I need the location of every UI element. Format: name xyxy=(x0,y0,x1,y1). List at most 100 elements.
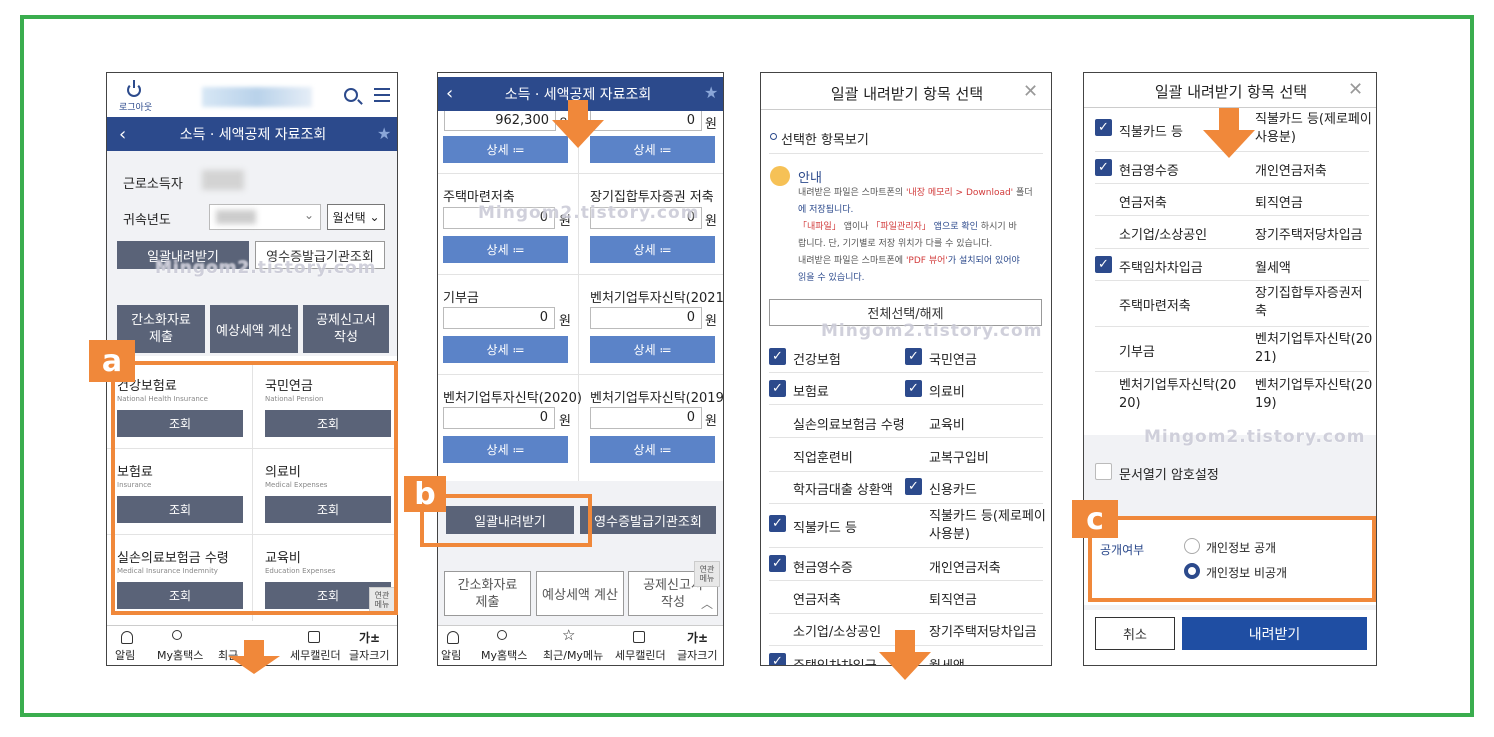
notice-line-5: 내려받은 파일은 스마트폰에 'PDF 뷰어'가 설치되어 있어야 xyxy=(798,253,1048,270)
item-small-business[interactable]: 소기업/소상공인 xyxy=(1119,224,1207,243)
back-chevron-icon[interactable]: ‹ xyxy=(446,83,453,104)
menu-icon[interactable] xyxy=(374,88,390,102)
estimated-tax-button[interactable]: 예상세액 계산 xyxy=(210,305,298,353)
annotation-tag-a: a xyxy=(89,340,135,382)
nav-my-hometax[interactable]: My홈택스 xyxy=(157,647,203,663)
item-student-loan[interactable]: 학자금대출 상환액 xyxy=(793,479,893,498)
chevron-down-icon: ⌄ xyxy=(304,208,315,222)
item-small-business[interactable]: 소기업/소상공인 xyxy=(793,621,881,640)
amount-field[interactable]: 0 xyxy=(590,307,702,329)
notice-line-1: 내려받은 파일은 스마트폰의 '내장 메모리 > Download' 폴더 xyxy=(798,185,1048,202)
nav-tax-calendar[interactable]: 세무캘린더 xyxy=(290,647,341,663)
amount-field[interactable]: 0 xyxy=(590,407,702,429)
nav-recent-my-menu[interactable]: 최근/My메뉴 xyxy=(543,647,603,663)
item-venture-2021[interactable]: 벤처기업투자신탁(20 21) xyxy=(1255,331,1372,367)
nav-font-size[interactable]: 글자크기 xyxy=(677,647,717,663)
checkbox-checked[interactable]: ✓ xyxy=(1095,119,1112,136)
bell-icon[interactable] xyxy=(121,631,133,644)
calendar-icon[interactable] xyxy=(633,631,645,643)
item-pension-savings[interactable]: 연금저축 xyxy=(1119,192,1167,211)
nav-my-hometax[interactable]: My홈택스 xyxy=(481,647,527,663)
notice-text-blue: 앱으로 확인 xyxy=(930,222,978,232)
detail-button[interactable]: 상세 ≔ xyxy=(590,336,715,363)
detail-button[interactable]: 상세 ≔ xyxy=(443,436,568,463)
nav-alerts[interactable]: 알림 xyxy=(115,647,135,663)
star-icon[interactable]: ★ xyxy=(704,83,718,102)
item-indemnity[interactable]: 실손의료보험금 수령 xyxy=(793,414,905,433)
checkbox-checked[interactable]: ✓ xyxy=(905,380,922,397)
receipt-issuer-button[interactable]: 영수증발급기관조회 xyxy=(580,506,716,534)
font-size-icon[interactable]: 가± xyxy=(687,629,708,646)
calendar-icon[interactable] xyxy=(308,631,320,643)
unit-won: 원 xyxy=(705,314,717,329)
item-debit-card-zeropay[interactable]: 직불카드 등(제로페이 사용분) xyxy=(1255,111,1372,147)
detail-button[interactable]: 상세 ≔ xyxy=(443,236,568,263)
simplified-data-submit-button[interactable]: 간소화자료 제출 xyxy=(444,571,531,616)
item-retirement-pension[interactable]: 퇴직연금 xyxy=(929,589,977,608)
checkbox-unchecked[interactable] xyxy=(1095,463,1112,480)
detail-button[interactable]: 상세 ≔ xyxy=(443,136,568,163)
nav-alerts[interactable]: 알림 xyxy=(441,647,461,663)
item-monthly-rent[interactable]: 월세액 xyxy=(929,655,965,665)
checkbox-checked[interactable]: ✓ xyxy=(769,555,786,572)
nav-font-size[interactable]: 글자크기 xyxy=(349,647,389,663)
item-pension-savings[interactable]: 연금저축 xyxy=(793,589,841,608)
scroll-top-icon[interactable]: ︿ xyxy=(696,593,718,613)
checkbox-checked[interactable]: ✓ xyxy=(905,348,922,365)
item-education[interactable]: 교육비 xyxy=(929,414,965,433)
item-donation[interactable]: 기부금 xyxy=(1119,341,1155,360)
checkbox-checked[interactable]: ✓ xyxy=(1095,159,1112,176)
item-personal-pension[interactable]: 개인연금저축 xyxy=(1255,160,1327,179)
logout-label[interactable]: 로그아웃 xyxy=(119,100,152,113)
checkbox-checked[interactable]: ✓ xyxy=(769,348,786,365)
item-venture-2020[interactable]: 벤처기업투자신탁(20 20) xyxy=(1119,377,1236,413)
year-select[interactable]: ⌄ xyxy=(209,204,321,230)
detail-button[interactable]: 상세 ≔ xyxy=(590,136,715,163)
star-outline-icon[interactable]: ☆ xyxy=(562,626,575,644)
related-menu-button[interactable]: 연관 메뉴 xyxy=(694,561,720,587)
item-job-training[interactable]: 직업훈련비 xyxy=(793,447,853,466)
item-housing-savings[interactable]: 주택마련저축 xyxy=(1119,295,1191,314)
selected-items-view[interactable]: 선택한 항목보기 xyxy=(781,129,869,148)
bell-icon[interactable] xyxy=(447,631,459,644)
item-national-pension: 국민연금 xyxy=(929,353,977,368)
checkbox-checked[interactable]: ✓ xyxy=(905,478,922,495)
star-icon[interactable]: ★ xyxy=(377,124,391,143)
nav-tax-calendar[interactable]: 세무캘린더 xyxy=(615,647,666,663)
item-venture-2019[interactable]: 벤처기업투자신탁(20 19) xyxy=(1255,377,1372,413)
user-icon[interactable] xyxy=(497,630,507,640)
detail-button[interactable]: 상세 ≔ xyxy=(443,336,568,363)
user-icon[interactable] xyxy=(172,630,182,640)
back-chevron-icon[interactable]: ‹ xyxy=(119,124,126,145)
item-monthly-rent[interactable]: 월세액 xyxy=(1255,257,1291,276)
item-cash-receipt: 현금영수증 xyxy=(793,561,853,576)
close-icon[interactable]: ✕ xyxy=(1348,79,1363,100)
checkbox-checked[interactable]: ✓ xyxy=(1095,256,1112,273)
item-retirement-pension[interactable]: 퇴직연금 xyxy=(1255,192,1303,211)
checkbox-checked[interactable]: ✓ xyxy=(769,515,786,532)
deduction-report-button[interactable]: 공제신고서 작성 xyxy=(303,305,389,353)
checkbox-checked[interactable]: ✓ xyxy=(769,380,786,397)
item-long-term-fund[interactable]: 장기집합투자증권저 축 xyxy=(1255,285,1363,321)
close-icon[interactable]: ✕ xyxy=(1023,81,1038,102)
item-mortgage[interactable]: 장기주택저당차입금 xyxy=(1255,224,1363,243)
cancel-button[interactable]: 취소 xyxy=(1095,617,1175,650)
detail-button[interactable]: 상세 ≔ xyxy=(590,436,715,463)
month-select[interactable]: 월선택 ⌄ xyxy=(327,204,385,230)
unit-won: 원 xyxy=(559,414,571,429)
notice-text-red: '내장 메모리 > Download' xyxy=(905,188,1014,198)
checkbox-checked[interactable]: ✓ xyxy=(769,653,786,665)
estimated-tax-button[interactable]: 예상세액 계산 xyxy=(536,571,624,616)
amount-field[interactable]: 0 xyxy=(443,407,555,429)
font-size-icon[interactable]: 가± xyxy=(359,629,380,646)
item-mortgage[interactable]: 장기주택저당차입금 xyxy=(929,621,1037,640)
notice-title: 안내 xyxy=(798,171,822,186)
item-personal-pension[interactable]: 개인연금저축 xyxy=(929,557,1001,576)
item-uniform[interactable]: 교복구입비 xyxy=(929,447,989,466)
detail-button[interactable]: 상세 ≔ xyxy=(590,236,715,263)
notice-text-red: 「파일관리자」 xyxy=(871,222,931,232)
watermark: Mingom2.tistory.com xyxy=(155,258,377,278)
item-debit-card-zeropay[interactable]: 직불카드 등(제로페이 사용분) xyxy=(929,508,1046,544)
download-button[interactable]: 내려받기 xyxy=(1182,617,1367,650)
amount-field[interactable]: 0 xyxy=(443,307,555,329)
